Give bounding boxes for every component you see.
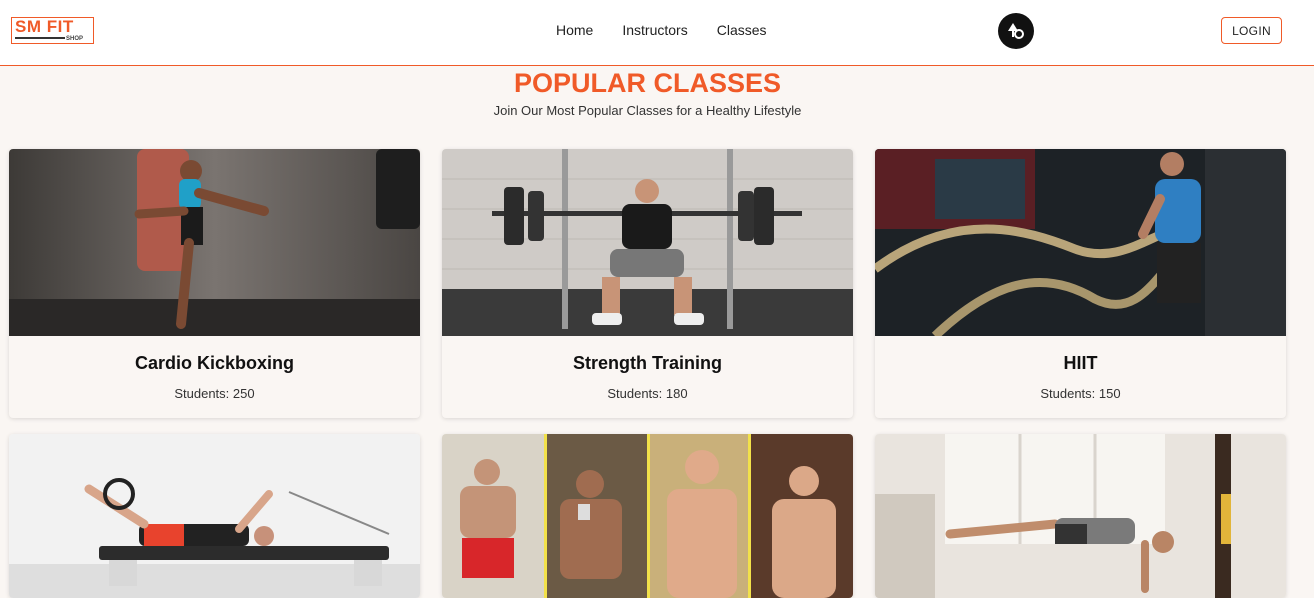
class-image — [9, 434, 420, 598]
section-subtitle: Join Our Most Popular Classes for a Heal… — [493, 103, 802, 118]
class-card-5[interactable] — [442, 434, 853, 598]
nav-link-instructors[interactable]: Instructors — [622, 21, 687, 39]
class-image — [442, 434, 853, 598]
class-image — [9, 149, 420, 336]
class-image — [875, 149, 1286, 336]
class-students: Students: 180 — [442, 385, 853, 403]
logo-text: SM FIT — [15, 17, 74, 36]
students-label: Students: — [174, 386, 230, 401]
logo-underline — [15, 37, 65, 39]
students-count: 250 — [232, 386, 255, 401]
class-title: HIIT — [1063, 353, 1098, 373]
students-label: Students: — [607, 386, 663, 401]
class-card-6[interactable] — [875, 434, 1286, 598]
theme-toggle-button[interactable] — [998, 13, 1034, 49]
nav-link-classes[interactable]: Classes — [717, 21, 767, 39]
brand-logo[interactable]: SM FIT SHOP — [11, 17, 94, 44]
nav-links: Home Instructors Classes — [556, 21, 767, 39]
class-card-strength-training[interactable]: Strength Training Students: 180 — [442, 149, 853, 418]
nav-link-home[interactable]: Home — [556, 21, 593, 39]
class-image — [442, 149, 853, 336]
students-count: 150 — [1098, 386, 1121, 401]
class-title: Cardio Kickboxing — [134, 353, 295, 373]
class-card-hiit[interactable]: HIIT Students: 150 — [875, 149, 1286, 418]
navbar: SM FIT SHOP Home Instructors Classes LOG… — [0, 0, 1314, 66]
login-button[interactable]: LOGIN — [1221, 17, 1282, 44]
students-count: 180 — [665, 386, 688, 401]
class-image — [875, 434, 1286, 598]
section-title: POPULAR CLASSES — [513, 68, 782, 98]
logo-subtext: SHOP — [66, 36, 84, 42]
theme-toggle-icon — [1008, 23, 1024, 39]
class-students: Students: 250 — [9, 385, 420, 403]
class-title: Strength Training — [572, 353, 722, 373]
class-card-4[interactable] — [9, 434, 420, 598]
students-label: Students: — [1040, 386, 1096, 401]
class-students: Students: 150 — [875, 385, 1286, 403]
class-card-cardio-kickboxing[interactable]: Cardio Kickboxing Students: 250 — [9, 149, 420, 418]
